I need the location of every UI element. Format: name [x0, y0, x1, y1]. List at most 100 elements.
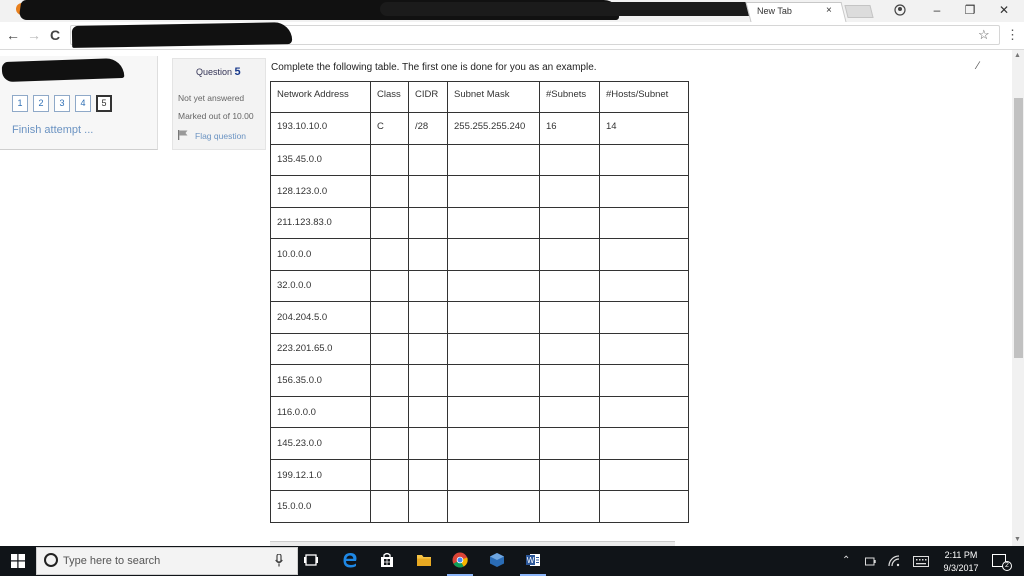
microphone-icon[interactable] — [275, 554, 283, 567]
cidr-cell[interactable] — [408, 301, 448, 334]
subnet-mask-cell[interactable] — [447, 490, 540, 523]
bookmark-star-icon[interactable]: ☆ — [978, 27, 990, 43]
battery-icon[interactable] — [865, 557, 876, 566]
subnets-cell[interactable] — [539, 143, 600, 177]
edit-pencil-icon[interactable]: ∕ — [977, 60, 979, 72]
virtualbox-icon[interactable] — [489, 552, 505, 568]
finish-attempt-link[interactable]: Finish attempt ... — [12, 124, 93, 136]
chrome-icon[interactable] — [452, 552, 468, 568]
subnet-mask-cell[interactable]: 255.255.255.240 — [447, 112, 540, 145]
subnet-mask-cell[interactable] — [447, 458, 540, 492]
subnet-mask-cell[interactable] — [447, 427, 540, 460]
subnet-mask-cell[interactable] — [447, 364, 540, 397]
subnets-cell[interactable] — [539, 301, 600, 334]
task-view-icon[interactable] — [303, 552, 319, 568]
close-window-button[interactable]: ✕ — [994, 3, 1014, 17]
subnets-cell[interactable]: 16 — [539, 112, 600, 145]
subnets-cell[interactable] — [539, 269, 600, 303]
browser-menu-icon[interactable]: ⋮ — [1006, 27, 1019, 43]
class-cell[interactable] — [370, 206, 409, 240]
cidr-cell[interactable] — [408, 238, 448, 271]
subnet-mask-cell[interactable] — [447, 301, 540, 334]
restore-button[interactable]: ❐ — [960, 3, 980, 17]
subnets-cell[interactable] — [539, 175, 600, 208]
cidr-cell[interactable] — [408, 395, 448, 429]
subnet-mask-cell[interactable] — [447, 269, 540, 303]
class-cell[interactable] — [370, 332, 409, 366]
scrollbar-thumb[interactable] — [1014, 98, 1023, 358]
subnets-cell[interactable] — [539, 238, 600, 271]
class-cell[interactable] — [370, 175, 409, 208]
class-cell[interactable] — [370, 395, 409, 429]
subnets-cell[interactable] — [539, 364, 600, 397]
hosts-per-subnet-cell[interactable] — [599, 458, 689, 492]
wifi-icon[interactable] — [888, 555, 900, 567]
hosts-per-subnet-cell[interactable] — [599, 301, 689, 334]
word-icon[interactable]: W — [525, 552, 541, 568]
cidr-cell[interactable] — [408, 490, 448, 523]
new-tab-button[interactable] — [844, 5, 874, 18]
cidr-cell[interactable] — [408, 427, 448, 460]
back-arrow-icon[interactable]: ← — [5, 27, 21, 43]
tray-chevron-up-icon[interactable]: ⌃ — [842, 555, 850, 566]
cidr-cell[interactable] — [408, 458, 448, 492]
quiz-nav-question-5[interactable]: 5 — [96, 95, 112, 112]
hosts-per-subnet-cell[interactable] — [599, 364, 689, 397]
class-cell[interactable]: C — [370, 112, 409, 145]
subnet-mask-cell[interactable] — [447, 395, 540, 429]
hosts-per-subnet-cell[interactable]: 14 — [599, 112, 689, 145]
quiz-nav-question-2[interactable]: 2 — [33, 95, 49, 112]
store-icon[interactable] — [379, 552, 395, 568]
hosts-per-subnet-cell[interactable] — [599, 175, 689, 208]
scroll-down-arrow-icon[interactable]: ▼ — [1014, 536, 1021, 543]
hosts-per-subnet-cell[interactable] — [599, 427, 689, 460]
subnets-cell[interactable] — [539, 458, 600, 492]
subnets-cell[interactable] — [539, 206, 600, 240]
cidr-cell[interactable] — [408, 143, 448, 177]
cidr-cell[interactable] — [408, 364, 448, 397]
taskbar-clock[interactable]: 2:11 PM 9/3/2017 — [940, 549, 982, 575]
cidr-cell[interactable] — [408, 206, 448, 240]
quiz-nav-question-4[interactable]: 4 — [75, 95, 91, 112]
subnet-mask-cell[interactable] — [447, 143, 540, 177]
reload-icon[interactable]: C — [47, 27, 63, 43]
keyboard-icon[interactable] — [913, 556, 929, 567]
quiz-nav-question-1[interactable]: 1 — [12, 95, 28, 112]
subnets-cell[interactable] — [539, 427, 600, 460]
quiz-nav-question-3[interactable]: 3 — [54, 95, 70, 112]
class-cell[interactable] — [370, 458, 409, 492]
subnets-cell[interactable] — [539, 490, 600, 523]
flag-icon[interactable] — [178, 130, 188, 140]
hosts-per-subnet-cell[interactable] — [599, 143, 689, 177]
windows-start-icon[interactable] — [11, 554, 25, 568]
minimize-button[interactable]: – — [927, 3, 947, 17]
hosts-per-subnet-cell[interactable] — [599, 269, 689, 303]
cidr-cell[interactable] — [408, 175, 448, 208]
scroll-up-arrow-icon[interactable]: ▲ — [1014, 52, 1021, 59]
subnet-mask-cell[interactable] — [447, 175, 540, 208]
forward-arrow-icon[interactable]: → — [26, 27, 42, 43]
class-cell[interactable] — [370, 269, 409, 303]
subnets-cell[interactable] — [539, 395, 600, 429]
cidr-cell[interactable]: /28 — [408, 112, 448, 145]
cidr-cell[interactable] — [408, 332, 448, 366]
cidr-cell[interactable] — [408, 269, 448, 303]
class-cell[interactable] — [370, 143, 409, 177]
subnet-mask-cell[interactable] — [447, 238, 540, 271]
file-explorer-icon[interactable] — [416, 552, 432, 568]
hosts-per-subnet-cell[interactable] — [599, 490, 689, 523]
class-cell[interactable] — [370, 364, 409, 397]
hosts-per-subnet-cell[interactable] — [599, 206, 689, 240]
subnets-cell[interactable] — [539, 332, 600, 366]
hosts-per-subnet-cell[interactable] — [599, 332, 689, 366]
class-cell[interactable] — [370, 301, 409, 334]
tab-close-icon[interactable]: × — [826, 5, 832, 16]
subnet-mask-cell[interactable] — [447, 332, 540, 366]
flag-question-link[interactable]: Flag question — [195, 131, 246, 141]
hosts-per-subnet-cell[interactable] — [599, 395, 689, 429]
profile-icon[interactable] — [894, 4, 906, 16]
subnet-mask-cell[interactable] — [447, 206, 540, 240]
class-cell[interactable] — [370, 238, 409, 271]
hosts-per-subnet-cell[interactable] — [599, 238, 689, 271]
edge-browser-icon[interactable] — [342, 552, 358, 568]
